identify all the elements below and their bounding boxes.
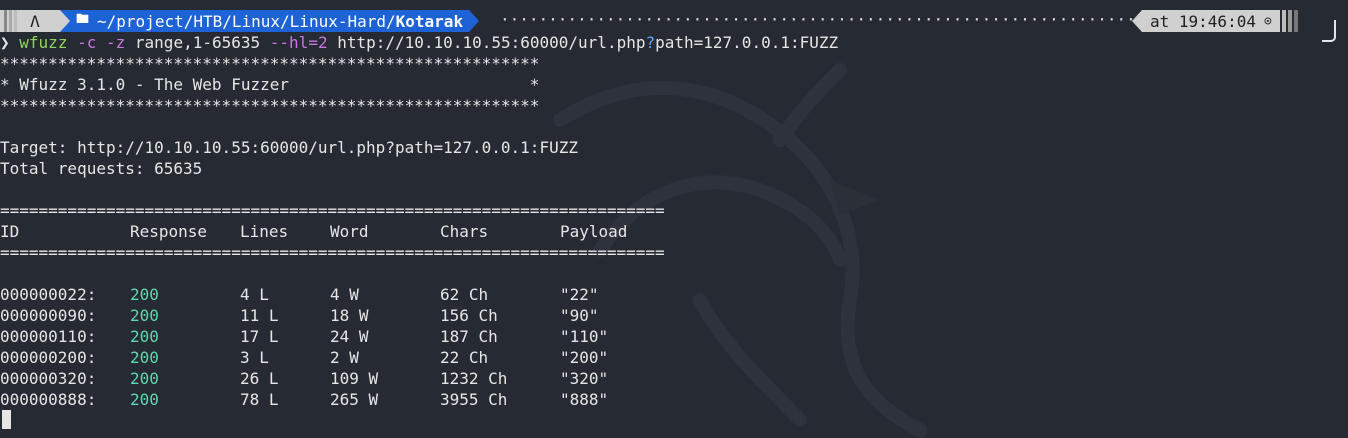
- row-lines: 11 L: [240, 306, 279, 325]
- results-header-row: ID Response Lines Word Chars Payload: [0, 221, 700, 242]
- header-payload: Payload: [560, 222, 628, 241]
- terminal-cursor[interactable]: [2, 410, 11, 429]
- total-requests-line: Total requests: 65635: [0, 159, 203, 178]
- path-segment: 🖿 ~/project/HTB/Linux/Linux-Hard/Kotarak: [70, 10, 470, 32]
- row-chars: 1232 Ch: [440, 369, 508, 388]
- row-chars: 62 Ch: [440, 285, 489, 304]
- row-lines: 26 L: [240, 369, 279, 388]
- banner-stars-top: ****************************************…: [0, 54, 540, 73]
- separator-top: ========================================…: [0, 201, 665, 220]
- prompt-corner-line: [1322, 20, 1336, 42]
- row-response: 200: [130, 348, 159, 367]
- segment-separator: [60, 10, 70, 32]
- row-lines: 4 L: [240, 285, 269, 304]
- os-segment: Λ: [0, 10, 60, 32]
- row-chars: 3955 Ch: [440, 390, 508, 409]
- row-lines: 78 L: [240, 390, 279, 409]
- segment-separator: [469, 10, 480, 32]
- row-payload: "110": [560, 327, 609, 346]
- command-line: ❯ wfuzz -c -z range,1-65635 --hl=2 http:…: [0, 32, 838, 53]
- result-row: 000000320: 200 26 L 109 W 1232 Ch "320": [0, 368, 700, 389]
- shell-prompt-bar: Λ 🖿 ~/project/HTB/Linux/Linux-Hard/Kotar…: [0, 10, 1348, 32]
- clock-icon: ⊙: [1263, 13, 1272, 29]
- row-id: 000000200:: [0, 348, 97, 367]
- result-row: 000000888: 200 78 L 265 W 3955 Ch "888": [0, 389, 700, 410]
- row-payload: "320": [560, 369, 609, 388]
- row-response: 200: [130, 369, 159, 388]
- header-word: Word: [330, 222, 369, 241]
- command-name: wfuzz: [19, 33, 68, 52]
- header-response: Response: [130, 222, 208, 241]
- banner-title: * Wfuzz 3.1.0 - The Web Fuzzer *: [0, 75, 540, 94]
- flag-hl: --hl=2: [269, 33, 328, 52]
- row-word: 265 W: [330, 390, 379, 409]
- row-response: 200: [130, 306, 159, 325]
- separator-bottom: ========================================…: [0, 243, 665, 262]
- header-id: ID: [0, 222, 20, 241]
- target-line: Target: http://10.10.10.55:60000/url.php…: [0, 138, 578, 157]
- row-chars: 187 Ch: [440, 327, 498, 346]
- segment-separator: [1132, 10, 1142, 32]
- row-chars: 156 Ch: [440, 306, 498, 325]
- row-chars: 22 Ch: [440, 348, 489, 367]
- row-id: 000000320:: [0, 369, 97, 388]
- result-row: 000000022: 200 4 L 4 W 62 Ch "22": [0, 284, 700, 305]
- path-prefix: ~/project/HTB/Linux/Linux-Hard/: [97, 11, 396, 31]
- row-id: 000000022:: [0, 285, 97, 304]
- row-lines: 17 L: [240, 327, 279, 346]
- row-payload: "90": [560, 306, 599, 325]
- row-word: 24 W: [330, 327, 369, 346]
- path-current: Kotarak: [395, 11, 464, 31]
- row-id: 000000888:: [0, 390, 97, 409]
- header-lines: Lines: [240, 222, 289, 241]
- prompt-arrow: ❯: [0, 33, 10, 52]
- folder-icon: 🖿: [76, 12, 90, 27]
- url-part2: path=127.0.0.1:FUZZ: [655, 33, 839, 52]
- row-payload: "22": [560, 285, 599, 304]
- z-value: range,1-65635: [134, 33, 261, 52]
- result-row: 000000090: 200 11 L 18 W 156 Ch "90": [0, 305, 700, 326]
- row-payload: "200": [560, 348, 609, 367]
- row-response: 200: [130, 390, 159, 409]
- result-row: 000000110: 200 17 L 24 W 187 Ch "110": [0, 326, 700, 347]
- result-row: 000000200: 200 3 L 2 W 22 Ch "200": [0, 347, 700, 368]
- row-lines: 3 L: [240, 348, 269, 367]
- row-payload: "888": [560, 390, 609, 409]
- header-chars: Chars: [440, 222, 489, 241]
- time-segment: at 19:46:04 ⊙: [1142, 10, 1280, 32]
- row-id: 000000090:: [0, 306, 97, 325]
- row-id: 000000110:: [0, 327, 97, 346]
- os-icon: Λ: [30, 11, 40, 31]
- url-part1: http://10.10.10.55:60000/url.php: [337, 33, 646, 52]
- url-query-mark: ?: [645, 33, 656, 52]
- flag-c: -c: [77, 33, 97, 52]
- row-word: 2 W: [330, 348, 359, 367]
- time-label: at 19:46:04: [1150, 11, 1256, 31]
- right-decor-bars: [1281, 10, 1298, 32]
- row-word: 109 W: [330, 369, 379, 388]
- row-response: 200: [130, 285, 159, 304]
- row-word: 18 W: [330, 306, 369, 325]
- row-word: 4 W: [330, 285, 359, 304]
- prompt-filler-dots: ········································…: [500, 10, 1132, 29]
- row-response: 200: [130, 327, 159, 346]
- flag-z: -z: [106, 33, 126, 52]
- banner-stars-bottom: ****************************************…: [0, 96, 540, 115]
